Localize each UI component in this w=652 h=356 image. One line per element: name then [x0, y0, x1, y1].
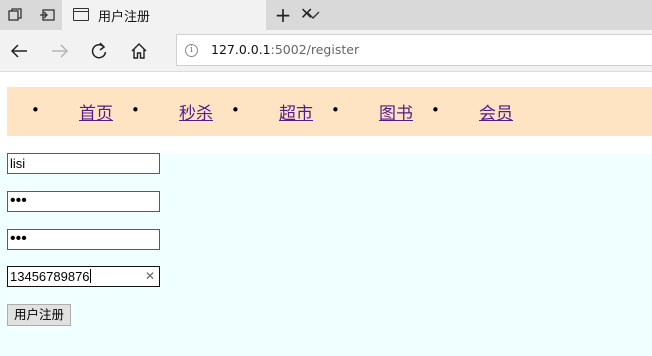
page-content: • 首页 • 秒杀 • 超市 • 图书 • 会员 lisi ••• ••• 13…: [0, 72, 652, 356]
nav-item-home[interactable]: 首页: [79, 87, 113, 136]
new-tab-icon[interactable]: +: [272, 3, 294, 27]
tab-active[interactable]: 用户注册 ✕: [62, 0, 313, 30]
set-tabs-aside-icon[interactable]: [32, 0, 62, 30]
nav-item-members[interactable]: 会员: [479, 87, 513, 136]
confirm-password-value: •••: [10, 230, 27, 247]
refresh-icon[interactable]: [86, 38, 112, 64]
nav-link-supermarket[interactable]: 超市: [279, 99, 313, 124]
nav-link-members[interactable]: 会员: [479, 99, 513, 124]
nav-item-books[interactable]: 图书: [379, 87, 413, 136]
back-icon[interactable]: [6, 38, 32, 64]
nav-bullet: •: [231, 101, 240, 119]
chevron-down-icon[interactable]: [302, 6, 324, 24]
nav-bullet: •: [331, 101, 340, 119]
url-host: 127.0.0.1: [211, 42, 271, 57]
nav-link-books[interactable]: 图书: [379, 99, 413, 124]
tab-title: 用户注册: [98, 10, 151, 25]
nav-menu: • 首页 • 秒杀 • 超市 • 图书 • 会员: [7, 87, 652, 136]
username-input[interactable]: lisi: [7, 153, 160, 174]
register-button[interactable]: 用户注册: [7, 304, 72, 326]
browser-tab-strip: 用户注册 ✕ +: [0, 0, 652, 30]
url-text[interactable]: 127.0.0.1:5002/register: [211, 42, 359, 57]
confirm-password-input[interactable]: •••: [7, 229, 160, 250]
nav-item-supermarket[interactable]: 超市: [279, 87, 313, 136]
home-icon[interactable]: [126, 38, 152, 64]
url-path: :5002/register: [270, 42, 360, 57]
address-bar[interactable]: i 127.0.0.1:5002/register: [176, 34, 652, 66]
forward-icon: [47, 38, 73, 64]
nav-link-flash-sale[interactable]: 秒杀: [179, 99, 213, 124]
clear-input-icon[interactable]: ✕: [145, 267, 155, 286]
nav-bullet: •: [131, 101, 140, 119]
page-icon: [73, 8, 89, 21]
info-icon[interactable]: i: [185, 44, 198, 57]
phone-value: 13456789876: [10, 269, 90, 284]
password-value: •••: [10, 192, 27, 209]
password-input[interactable]: •••: [7, 191, 160, 212]
nav-link-home[interactable]: 首页: [79, 99, 113, 124]
tab-actions-icon[interactable]: [0, 0, 30, 30]
phone-input[interactable]: 13456789876 ✕: [7, 266, 160, 287]
browser-toolbar: i 127.0.0.1:5002/register: [0, 30, 652, 72]
register-form: lisi ••• ••• 13456789876 ✕ 用户注册: [0, 153, 652, 356]
text-caret: [89, 269, 91, 283]
nav-item-flash-sale[interactable]: 秒杀: [179, 87, 213, 136]
nav-bullet: •: [431, 101, 440, 119]
username-value: lisi: [10, 156, 26, 171]
nav-bullet: •: [31, 101, 40, 119]
